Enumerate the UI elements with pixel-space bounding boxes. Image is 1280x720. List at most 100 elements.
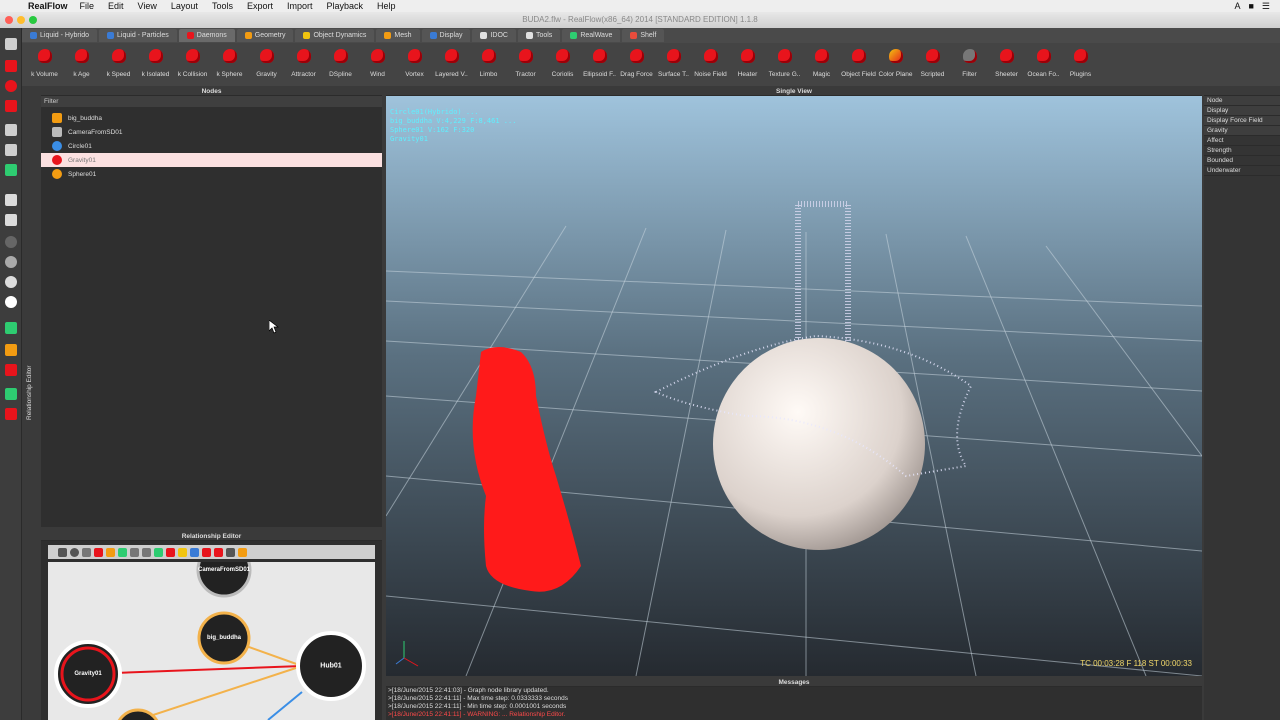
add-icon[interactable] (154, 547, 163, 557)
daemon-drag-force[interactable]: Drag Force (618, 43, 655, 86)
daemon-color-plane[interactable]: Color Plane (877, 43, 914, 86)
pan-tool-icon[interactable] (5, 144, 17, 156)
scale-tool-icon[interactable] (5, 100, 17, 112)
daemon-texture-gradient[interactable]: Texture G.. (766, 43, 803, 86)
remove-icon[interactable] (166, 547, 175, 557)
sphere-shade-icon[interactable] (5, 256, 17, 268)
daemon-attractor[interactable]: Attractor (285, 43, 322, 86)
green-block-icon[interactable] (5, 388, 17, 400)
node-big-buddha[interactable]: big_buddha (41, 111, 382, 125)
move-tool-icon[interactable] (5, 60, 17, 72)
menu-view[interactable]: View (138, 1, 157, 11)
daemon-object-field[interactable]: Object Field (840, 43, 877, 86)
daemon-k-collision[interactable]: k Collision (174, 43, 211, 86)
tab-liquid-particles[interactable]: Liquid - Particles (99, 29, 177, 42)
daemon-link-icon[interactable] (202, 547, 211, 557)
daemon-plugins[interactable]: Plugins (1062, 43, 1099, 86)
menu-import[interactable]: Import (287, 1, 313, 11)
cube-tool-icon[interactable] (5, 194, 17, 206)
daemon-heater[interactable]: Heater (729, 43, 766, 86)
prop-underwater[interactable]: Underwater (1204, 166, 1280, 176)
sphere-tool-icon[interactable] (5, 276, 17, 288)
gravity-node-label[interactable]: Gravity01 (74, 671, 101, 677)
gravity-link-icon[interactable] (214, 547, 223, 557)
screen-icon[interactable]: ■ (1248, 1, 1253, 12)
daemon-k-speed[interactable]: k Speed (100, 43, 137, 86)
tab-display[interactable]: Display (421, 29, 471, 42)
list-icon[interactable] (226, 547, 235, 557)
tab-geometry[interactable]: Geometry (236, 29, 294, 42)
app-menu[interactable]: RealFlow (28, 1, 68, 11)
node-sphere[interactable]: Sphere01 (41, 167, 382, 181)
cylinder-tool-icon[interactable] (5, 236, 17, 248)
refresh-icon[interactable] (70, 547, 79, 557)
rotate-tool-icon[interactable] (5, 80, 17, 92)
menu-export[interactable]: Export (247, 1, 273, 11)
daemon-limbo[interactable]: Limbo (470, 43, 507, 86)
buddha-node-label[interactable]: big_buddha (207, 635, 241, 641)
tab-daemons[interactable]: Daemons (178, 29, 235, 42)
node-circle[interactable]: Circle01 (41, 139, 382, 153)
notification-icon[interactable]: ☰ (1262, 1, 1270, 12)
menu-playback[interactable]: Playback (326, 1, 363, 11)
node-gravity[interactable]: Gravity01 (41, 153, 382, 167)
close-window-button[interactable] (5, 16, 13, 24)
menu-file[interactable]: File (80, 1, 95, 11)
daemon-wind[interactable]: Wind (359, 43, 396, 86)
daemon-dspline[interactable]: DSpline (322, 43, 359, 86)
tab-liquid-hybrido[interactable]: Liquid - Hybrido (22, 29, 98, 42)
red-block-icon[interactable] (5, 408, 17, 420)
daemon-surface-tension[interactable]: Surface T.. (655, 43, 692, 86)
daemon-coriolis[interactable]: Coriolis (544, 43, 581, 86)
daemon-tractor[interactable]: Tractor (507, 43, 544, 86)
pen-tool-icon[interactable] (5, 322, 17, 334)
menu-edit[interactable]: Edit (108, 1, 124, 11)
daemon-ellipsoid-force[interactable]: Ellipsoid F.. (581, 43, 618, 86)
connect-icon[interactable] (118, 547, 127, 557)
daemon-k-volume[interactable]: k Volume (26, 43, 63, 86)
select-icon[interactable] (130, 547, 139, 557)
daemon-scripted[interactable]: Scripted (914, 43, 951, 86)
hub-node-label[interactable]: Hub01 (320, 663, 341, 670)
group-icon[interactable] (106, 547, 115, 557)
nodes-filter[interactable]: Filter (41, 96, 382, 107)
tab-shelf[interactable]: Shelf (622, 29, 665, 42)
brush-tool-icon[interactable] (5, 344, 17, 356)
camera-node-label[interactable]: CameraFromSD01 (198, 567, 250, 573)
prop-node[interactable]: Node (1204, 96, 1280, 106)
link-icon[interactable] (94, 547, 103, 557)
daemon-filter[interactable]: Filter (951, 43, 988, 86)
daemon-vortex[interactable]: Vortex (396, 43, 433, 86)
daemon-k-age[interactable]: k Age (63, 43, 100, 86)
single-view-viewport[interactable]: Circle01(Hybrido) ... big_buddha V:4,229… (386, 96, 1202, 676)
menu-layout[interactable]: Layout (171, 1, 198, 11)
daemon-ocean-force[interactable]: Ocean Fo.. (1025, 43, 1062, 86)
minimize-window-button[interactable] (17, 16, 25, 24)
menu-tools[interactable]: Tools (212, 1, 233, 11)
prop-bounded[interactable]: Bounded (1204, 156, 1280, 166)
prop-display-force-field[interactable]: Display Force Field (1204, 116, 1280, 126)
camera-tool-icon[interactable] (5, 124, 17, 136)
hub-icon[interactable] (190, 547, 199, 557)
axes-icon[interactable] (238, 547, 247, 557)
daemon-noise-field[interactable]: Noise Field (692, 43, 729, 86)
layout-icon[interactable] (82, 547, 91, 557)
prop-gravity[interactable]: Gravity (1204, 126, 1280, 136)
tab-tools[interactable]: Tools (517, 29, 561, 42)
node-camera[interactable]: CameraFromSD01 (41, 125, 382, 139)
axis-tool-icon[interactable] (5, 164, 17, 176)
prop-display[interactable]: Display (1204, 106, 1280, 116)
daemon-sheeter[interactable]: Sheeter (988, 43, 1025, 86)
daemon-k-sphere[interactable]: k Sphere (211, 43, 248, 86)
sphere-white-icon[interactable] (5, 296, 17, 308)
tab-idoc[interactable]: IDOC (472, 29, 516, 42)
paint-tool-icon[interactable] (5, 364, 17, 376)
box-tool-icon[interactable] (5, 214, 17, 226)
folder-icon[interactable] (178, 547, 187, 557)
adobe-icon[interactable]: A (1234, 1, 1240, 12)
menu-help[interactable]: Help (377, 1, 396, 11)
relationship-canvas[interactable]: CameraFromSD01 big_buddha Hub01 Gravity0… (48, 562, 375, 720)
select-tool-icon[interactable] (5, 38, 17, 50)
zoom-icon[interactable] (142, 547, 151, 557)
daemon-k-isolated[interactable]: k Isolated (137, 43, 174, 86)
